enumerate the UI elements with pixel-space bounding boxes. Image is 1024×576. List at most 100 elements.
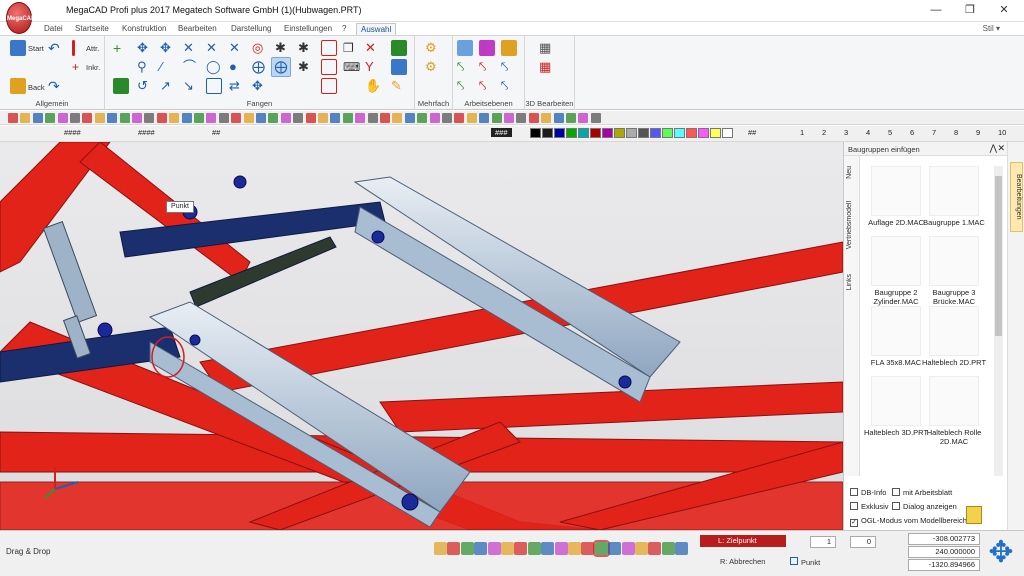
tab-help[interactable]: ?	[338, 23, 350, 35]
axis3-icon[interactable]: ⤣	[501, 59, 517, 75]
toolbar-tool-icon[interactable]	[231, 113, 242, 123]
snap-hand-icon[interactable]: ✋	[365, 78, 381, 94]
color-swatch[interactable]	[722, 128, 733, 138]
3d-viewport[interactable]	[0, 142, 843, 530]
toolbar-tool-icon[interactable]	[132, 113, 142, 123]
part-item[interactable]: Baugruppe 3 Brücke.MAC	[926, 236, 982, 306]
toolbar-tool-icon[interactable]	[206, 113, 217, 123]
toolbar-tool-icon[interactable]	[280, 113, 291, 123]
snap-crosshair-icon[interactable]: ⨁	[252, 59, 268, 75]
toolbar-tool-icon[interactable]	[491, 113, 502, 123]
color-swatch[interactable]	[710, 128, 721, 138]
snap-perp-icon[interactable]: ✕	[229, 40, 245, 56]
navigate-arrows-icon[interactable]: ✥	[984, 537, 1018, 571]
snap-mode-icon[interactable]	[434, 542, 447, 555]
scrollbar-thumb[interactable]	[995, 176, 1002, 336]
ogl-checkbox[interactable]: ✓ OGL-Modus vom Modellbereich	[850, 516, 967, 527]
part-item[interactable]: Auflage 2D.MAC	[868, 166, 924, 236]
start-label[interactable]: Start	[28, 44, 44, 53]
toolbar-tool-icon[interactable]	[218, 113, 229, 123]
color-swatch[interactable]	[698, 128, 709, 138]
layer-number[interactable]: 6	[910, 128, 914, 137]
snap-mode-icon[interactable]	[608, 542, 622, 555]
snap-mode-icon[interactable]	[568, 542, 581, 555]
snap-move-icon[interactable]: ✥	[160, 40, 176, 56]
toolbar-tool-icon[interactable]	[144, 113, 155, 123]
pencil-icon[interactable]: ✎	[391, 78, 407, 94]
color-swatch[interactable]	[554, 128, 565, 138]
axis2-icon[interactable]: ⤣	[479, 59, 495, 75]
toolbar-tool-icon[interactable]	[392, 113, 403, 123]
layer-number[interactable]: 1	[800, 128, 804, 137]
snap-blue-icon[interactable]	[391, 59, 407, 75]
snap-point-icon[interactable]: ✥	[137, 40, 153, 56]
snap-rect-icon[interactable]	[206, 78, 222, 94]
snap-star-icon[interactable]: ✱	[275, 40, 291, 56]
snap-y-icon[interactable]: Y	[365, 59, 381, 75]
color-swatch[interactable]	[674, 128, 685, 138]
toolbar-tool-icon[interactable]	[8, 113, 18, 123]
toolbar-tool-icon[interactable]	[169, 113, 180, 123]
toolbar-tool-icon[interactable]	[119, 113, 130, 123]
snap-free-icon[interactable]: ✱	[298, 59, 314, 75]
snap-mode-icon[interactable]	[541, 542, 555, 555]
tab-bearbeiten[interactable]: Bearbeiten	[174, 23, 221, 35]
toolbar-tool-icon[interactable]	[45, 113, 56, 123]
toolbar-tool-icon[interactable]	[82, 113, 93, 123]
snap-mode-icon[interactable]	[487, 542, 501, 555]
snap-add-icon[interactable]: +	[113, 40, 129, 56]
toolbar-tool-icon[interactable]	[516, 113, 527, 123]
step-field-1[interactable]: 1	[810, 536, 836, 548]
layer-number[interactable]: 3	[844, 128, 848, 137]
color-swatch[interactable]	[590, 128, 601, 138]
snap-mode-icon[interactable]	[514, 542, 528, 555]
snap-green-icon[interactable]	[391, 40, 407, 56]
axis1-icon[interactable]: ⤣	[457, 59, 473, 75]
toolbar-tool-icon[interactable]	[57, 113, 68, 123]
snap-z-icon[interactable]: ✕	[365, 40, 381, 56]
toolbar-tool-icon[interactable]	[32, 113, 43, 123]
multi1-icon[interactable]: ⚙	[425, 40, 441, 56]
keyboard-icon[interactable]: ⌨	[343, 59, 360, 75]
insert-icon[interactable]	[966, 506, 982, 524]
workplane1-icon[interactable]	[457, 40, 473, 56]
snap-mode-icon[interactable]	[554, 542, 568, 555]
tab-konstruktion[interactable]: Konstruktion	[118, 23, 170, 35]
minimize-icon[interactable]: —	[928, 3, 944, 17]
snap-grid-icon[interactable]	[113, 78, 129, 94]
snap-center-icon[interactable]: ◎	[252, 40, 268, 56]
snap-box1-icon[interactable]	[321, 40, 337, 56]
toolbar-tool-icon[interactable]	[504, 113, 514, 123]
snap-ratio-icon[interactable]: ⇄	[229, 78, 245, 94]
layer-number[interactable]: 9	[976, 128, 980, 137]
edit3d2-icon[interactable]: ▦	[539, 59, 555, 75]
color-swatch[interactable]	[662, 128, 673, 138]
snap-zoom-icon[interactable]: ⚲	[137, 59, 153, 75]
layer-field[interactable]: ##	[748, 128, 756, 137]
edit3d1-icon[interactable]: ▦	[539, 40, 555, 56]
color-swatch[interactable]	[626, 128, 637, 138]
back-label[interactable]: Back	[28, 83, 45, 92]
dialog-checkbox[interactable]: Dialog anzeigen	[892, 502, 957, 511]
snap-intersection-icon[interactable]: ✕	[183, 40, 199, 56]
redo-icon[interactable]: ↷	[48, 78, 64, 94]
layer-number[interactable]: 2	[822, 128, 826, 137]
snap-mode-icon[interactable]	[527, 542, 541, 555]
panel-scrollbar[interactable]	[994, 166, 1003, 476]
part-item[interactable]: Halteblech Rolle 2D.MAC	[926, 376, 982, 446]
toolbar-tool-icon[interactable]	[156, 113, 167, 123]
layer-number[interactable]: 8	[954, 128, 958, 137]
color-swatch[interactable]	[686, 128, 697, 138]
snap-mode-icon[interactable]	[447, 542, 461, 555]
tab-startseite[interactable]: Startseite	[71, 23, 113, 35]
attr-label[interactable]: Attr.	[86, 44, 99, 53]
part-item[interactable]: Halteblech 2D.PRT	[922, 306, 986, 376]
axis5-icon[interactable]: ⤣	[479, 78, 495, 94]
arbeitsblatt-checkbox[interactable]: mit Arbeitsblatt	[892, 488, 952, 497]
toolbar-tool-icon[interactable]	[70, 113, 80, 123]
toolbar-tool-icon[interactable]	[429, 113, 440, 123]
coord-y[interactable]: 240.000000	[908, 546, 980, 558]
toolbar-tool-icon[interactable]	[553, 113, 564, 123]
snap-mode-icon[interactable]	[501, 542, 514, 555]
toolbar-tool-icon[interactable]	[94, 113, 105, 123]
